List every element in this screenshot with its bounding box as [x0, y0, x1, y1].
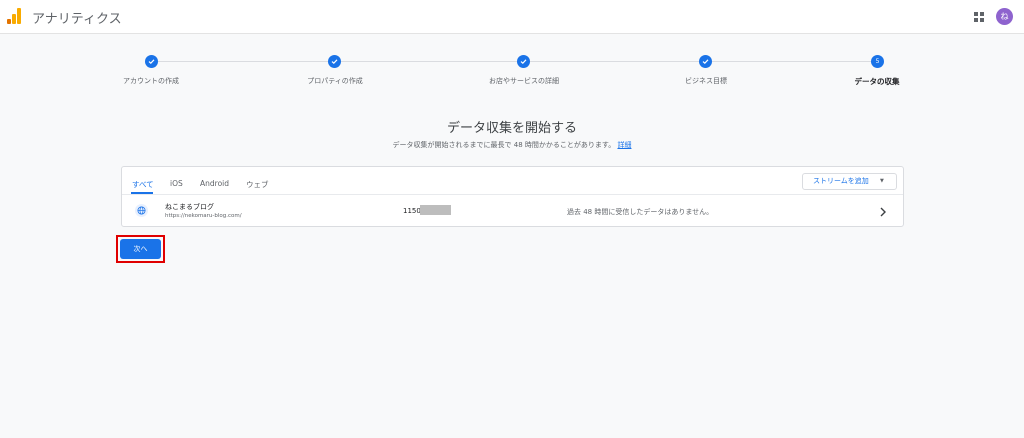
tabs-divider	[122, 194, 903, 195]
stream-name: ねこまるブログ	[165, 203, 214, 211]
step-4-check-icon	[699, 55, 712, 68]
stepper-track	[151, 61, 878, 62]
step-label-create-property: プロパティの作成	[307, 77, 363, 85]
app-title: アナリティクス	[32, 12, 122, 27]
tab-ios[interactable]: iOS	[170, 179, 183, 188]
add-stream-button[interactable]: ストリームを追加 ▼	[802, 173, 897, 190]
analytics-logo-icon[interactable]	[7, 8, 21, 24]
tab-android[interactable]: Android	[200, 179, 229, 188]
step-label-data-collection: データの収集	[854, 77, 900, 86]
subtitle-text: データ収集が開始されるまでに最長で 48 時間かかることがあります。	[392, 141, 616, 149]
page-title: データ収集を開始する	[446, 121, 577, 136]
stream-url: https://nekomaru-blog.com/	[165, 213, 242, 219]
tab-web[interactable]: ウェブ	[246, 179, 269, 190]
tab-all[interactable]: すべて	[132, 179, 154, 190]
apps-grid-icon[interactable]	[974, 12, 984, 22]
data-streams-card: すべて iOS Android ウェブ ストリームを追加 ▼ ねこまるブログ h…	[121, 166, 904, 227]
step-3-check-icon	[517, 55, 530, 68]
step-2-check-icon	[328, 55, 341, 68]
avatar[interactable]: ね	[996, 8, 1013, 25]
step-label-business-objectives: ビジネス目標	[685, 77, 727, 85]
step-5-indicator: 5	[871, 55, 884, 68]
top-app-bar: アナリティクス ね	[0, 0, 1024, 34]
details-link[interactable]: 詳細	[617, 141, 631, 149]
stream-id: 1150	[403, 207, 421, 215]
globe-icon	[135, 204, 148, 217]
step-1-check-icon	[145, 55, 158, 68]
next-button[interactable]: 次へ	[120, 239, 161, 259]
add-stream-label: ストリームを追加	[813, 177, 869, 185]
stream-status: 過去 48 時間に受信したデータはありません。	[567, 208, 714, 216]
redacted-id-block	[420, 205, 451, 215]
step-label-business-details: お店やサービスの詳細	[489, 77, 559, 85]
dropdown-caret-icon: ▼	[880, 178, 884, 184]
step-label-create-account: アカウントの作成	[123, 77, 179, 85]
page-subtitle: データ収集が開始されるまでに最長で 48 時間かかることがあります。 詳細	[0, 140, 1024, 150]
chevron-right-icon[interactable]	[879, 207, 887, 217]
